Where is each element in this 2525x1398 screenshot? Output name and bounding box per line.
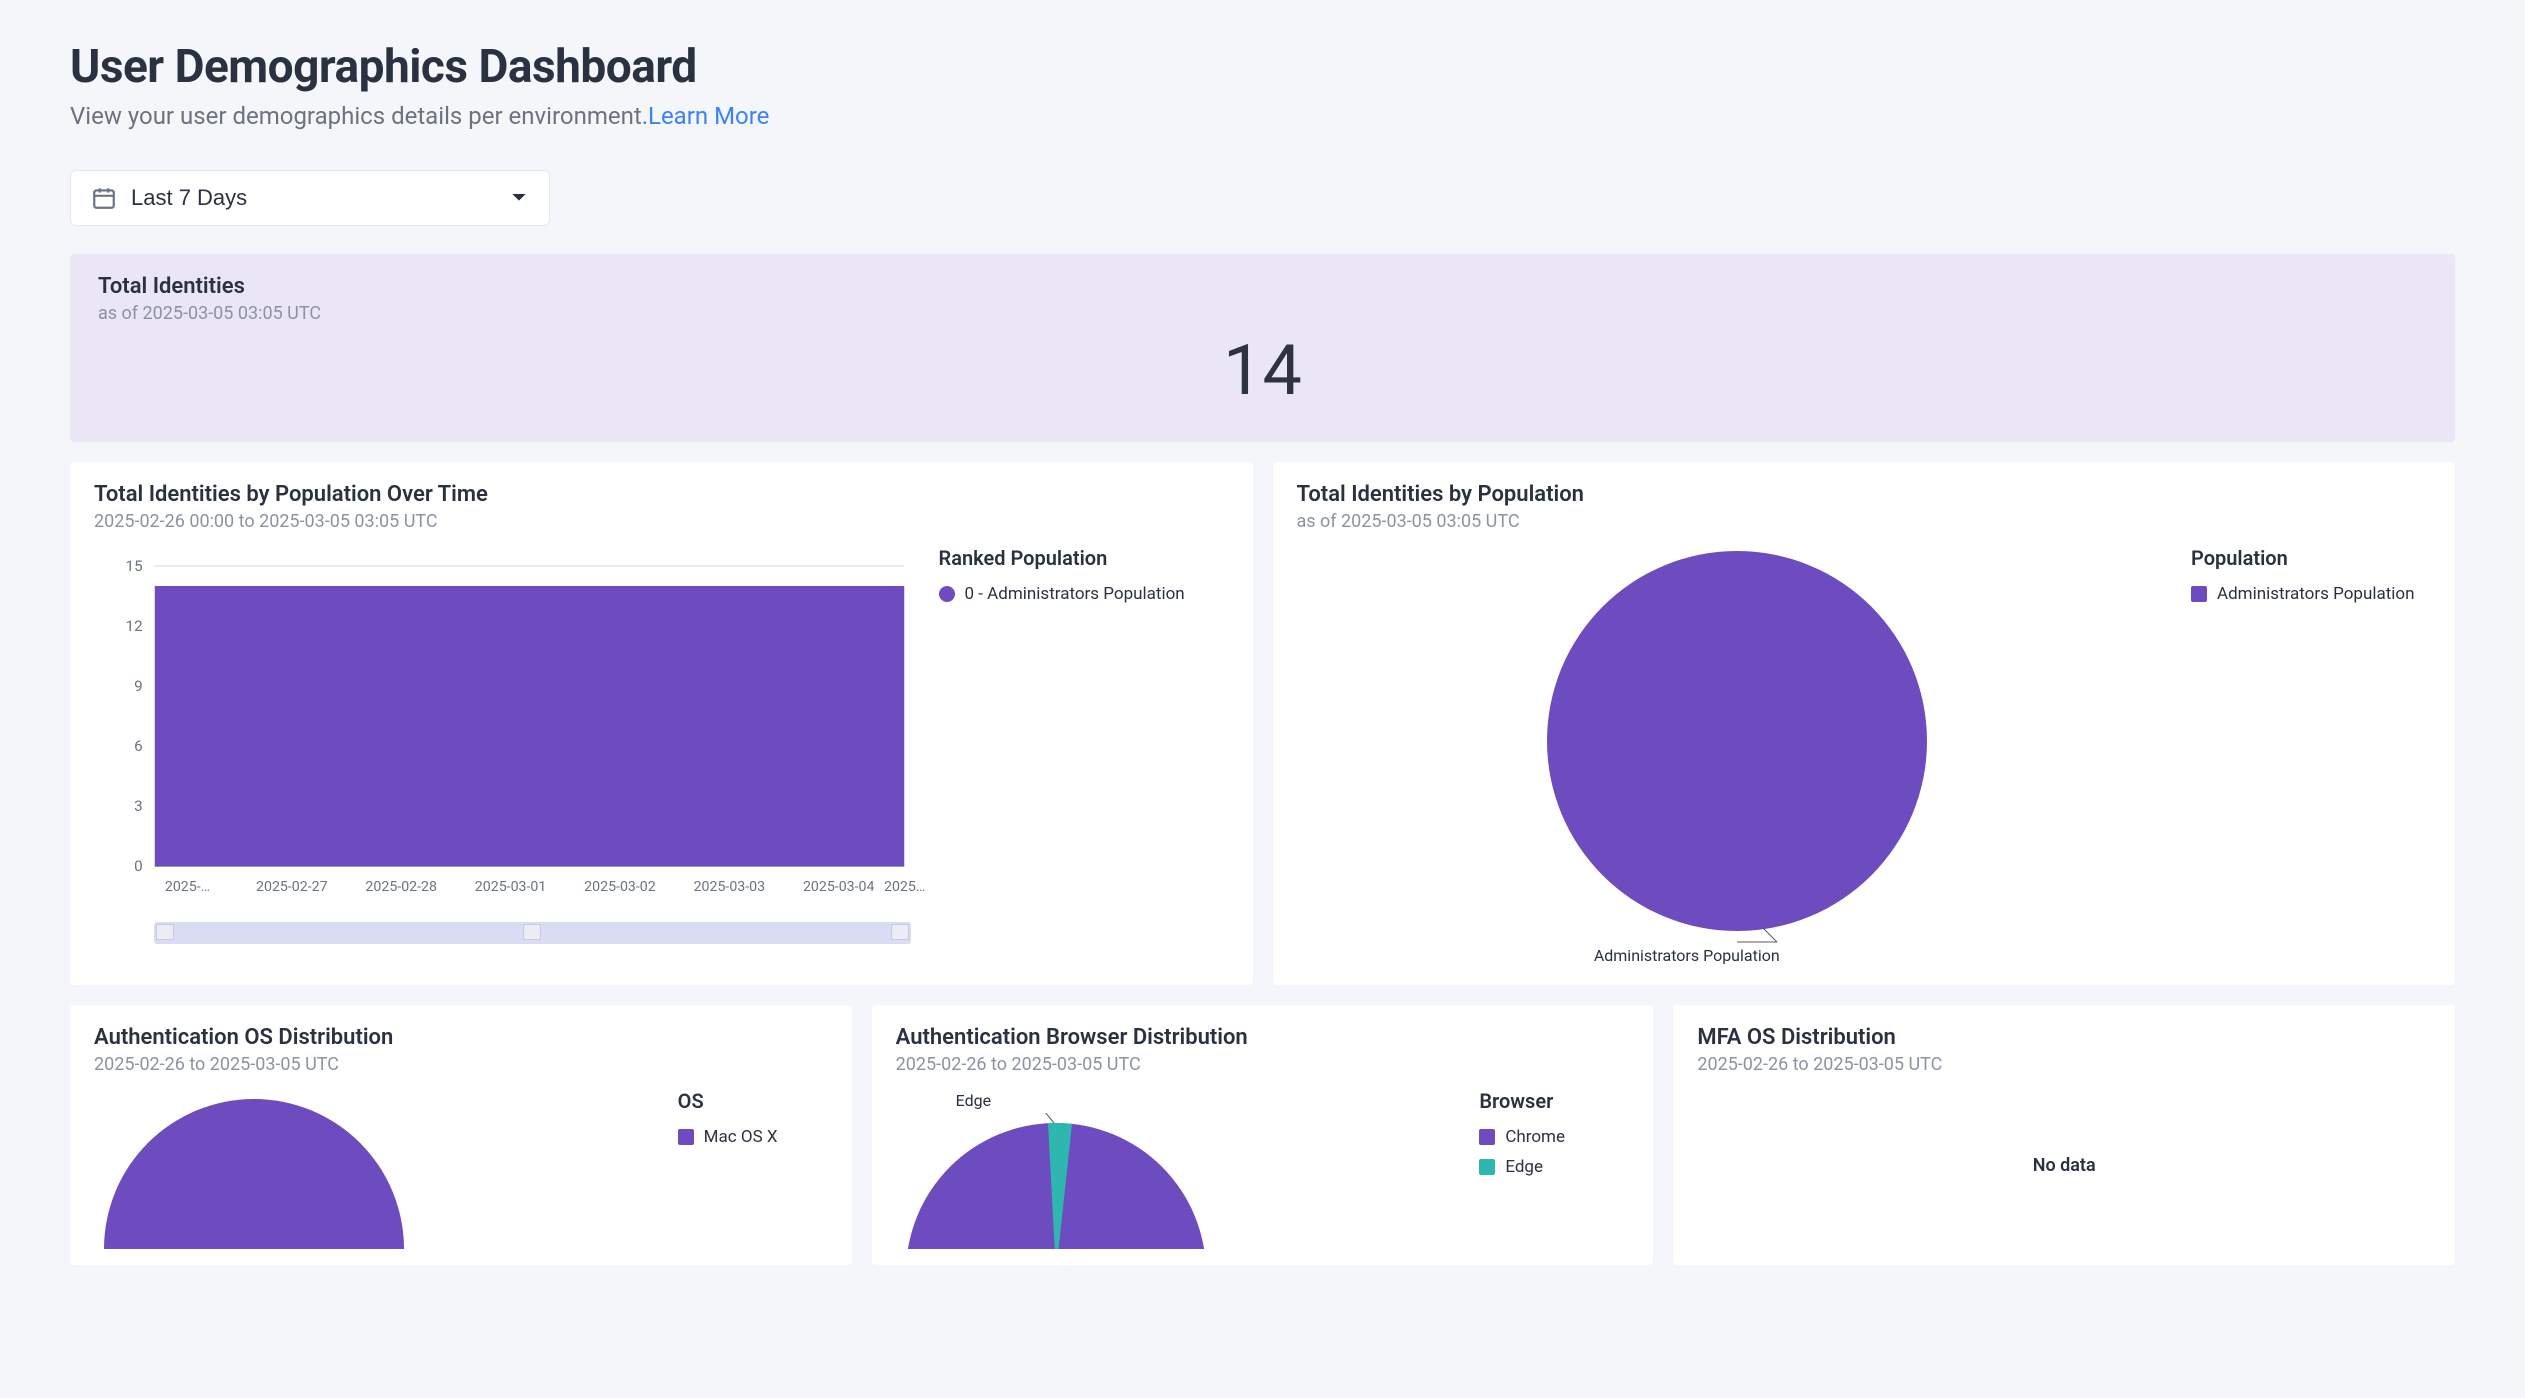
legend-swatch [2191,586,2207,602]
card-mfa-os: MFA OS Distribution 2025-02-26 to 2025-0… [1673,1005,2455,1265]
legend-swatch [1479,1159,1495,1175]
summary-as-of: as of 2025-03-05 03:05 UTC [98,303,2427,324]
subtitle-text: View your user demographics details per … [70,102,648,130]
svg-text:2025-03-04: 2025-03-04 [803,879,875,895]
date-range-label: Last 7 Days [131,185,247,211]
svg-text:2025-…: 2025-… [165,879,210,895]
svg-text:2025-03-01: 2025-03-01 [475,879,547,895]
svg-text:2025-02-28: 2025-02-28 [365,879,437,895]
legend-item-label: Chrome [1505,1127,1565,1147]
card-as-of: as of 2025-03-05 03:05 UTC [1297,511,2432,532]
card-title: Total Identities by Population Over Time [94,482,1229,507]
svg-text:2025-03-02: 2025-03-02 [584,879,656,895]
page-title: User Demographics Dashboard [70,40,2455,94]
summary-value: 14 [98,330,2427,412]
svg-text:12: 12 [126,617,143,635]
svg-text:2025…: 2025… [884,879,925,895]
legend-item-label: 0 - Administrators Population [965,584,1185,604]
svg-text:3: 3 [134,797,143,815]
legend-title: Browser [1479,1089,1629,1113]
legend-swatch [939,586,955,602]
card-title: Authentication Browser Distribution [896,1025,1630,1050]
card-population-over-time: Total Identities by Population Over Time… [70,462,1253,985]
pie-slice-label: Administrators Population [1247,946,2128,965]
legend-item-label: Edge [1505,1157,1543,1177]
svg-text:15: 15 [126,557,143,575]
legend-item[interactable]: Mac OS X [678,1127,828,1147]
chevron-down-icon [511,190,527,206]
pie-slice-label-edge: Edge [956,1091,991,1110]
card-title: Authentication OS Distribution [94,1025,828,1050]
svg-text:6: 6 [134,737,143,755]
card-date-range: 2025-02-26 to 2025-03-05 UTC [1697,1054,2431,1075]
legend-swatch [1479,1129,1495,1145]
legend-title: OS [678,1089,828,1113]
card-title: Total Identities by Population [1297,482,2432,507]
legend-item-label: Administrators Population [2217,584,2414,604]
legend-item-label: Mac OS X [704,1127,778,1147]
legend-item[interactable]: 0 - Administrators Population [939,584,1229,604]
scrub-handle-right[interactable] [891,924,909,940]
pie-chart: Administrators Population [1297,546,2178,969]
page-subtitle: View your user demographics details per … [70,102,2455,130]
area-chart: 0 3 6 9 12 15 2025-… 2025-02-27 2025-02 [94,546,925,944]
card-date-range: 2025-02-26 to 2025-03-05 UTC [94,1054,828,1075]
card-date-range: 2025-02-26 00:00 to 2025-03-05 03:05 UTC [94,511,1229,532]
learn-more-link[interactable]: Learn More [648,102,769,130]
card-population-pie: Total Identities by Population as of 202… [1273,462,2456,985]
card-title: MFA OS Distribution [1697,1025,2431,1050]
no-data-label: No data [1697,1155,2431,1176]
legend-title: Ranked Population [939,546,1229,570]
card-date-range: 2025-02-26 to 2025-03-05 UTC [896,1054,1630,1075]
legend-item[interactable]: Edge [1479,1157,1629,1177]
scrub-handle-left[interactable] [156,924,174,940]
svg-text:0: 0 [134,857,143,875]
legend-title: Population [2191,546,2431,570]
svg-text:2025-02-27: 2025-02-27 [256,879,328,895]
card-auth-os: Authentication OS Distribution 2025-02-2… [70,1005,852,1265]
legend: Population Administrators Population [2191,546,2431,969]
date-range-selector[interactable]: Last 7 Days [70,170,550,226]
scrub-handle-mid[interactable] [523,924,541,940]
legend-swatch [678,1129,694,1145]
calendar-icon [91,185,117,211]
svg-text:2025-03-03: 2025-03-03 [694,879,766,895]
pie-chart [94,1089,664,1249]
card-auth-browser: Authentication Browser Distribution 2025… [872,1005,1654,1265]
legend: Browser Chrome Edge [1479,1089,1629,1249]
svg-text:9: 9 [134,677,143,695]
pie-chart: Edge [896,1089,1466,1249]
legend-item[interactable]: Chrome [1479,1127,1629,1147]
summary-title: Total Identities [98,274,2427,299]
legend: OS Mac OS X [678,1089,828,1249]
time-scrub-track[interactable] [154,922,911,944]
legend: Ranked Population 0 - Administrators Pop… [939,546,1229,944]
total-identities-summary: Total Identities as of 2025-03-05 03:05 … [70,254,2455,442]
legend-item[interactable]: Administrators Population [2191,584,2431,604]
